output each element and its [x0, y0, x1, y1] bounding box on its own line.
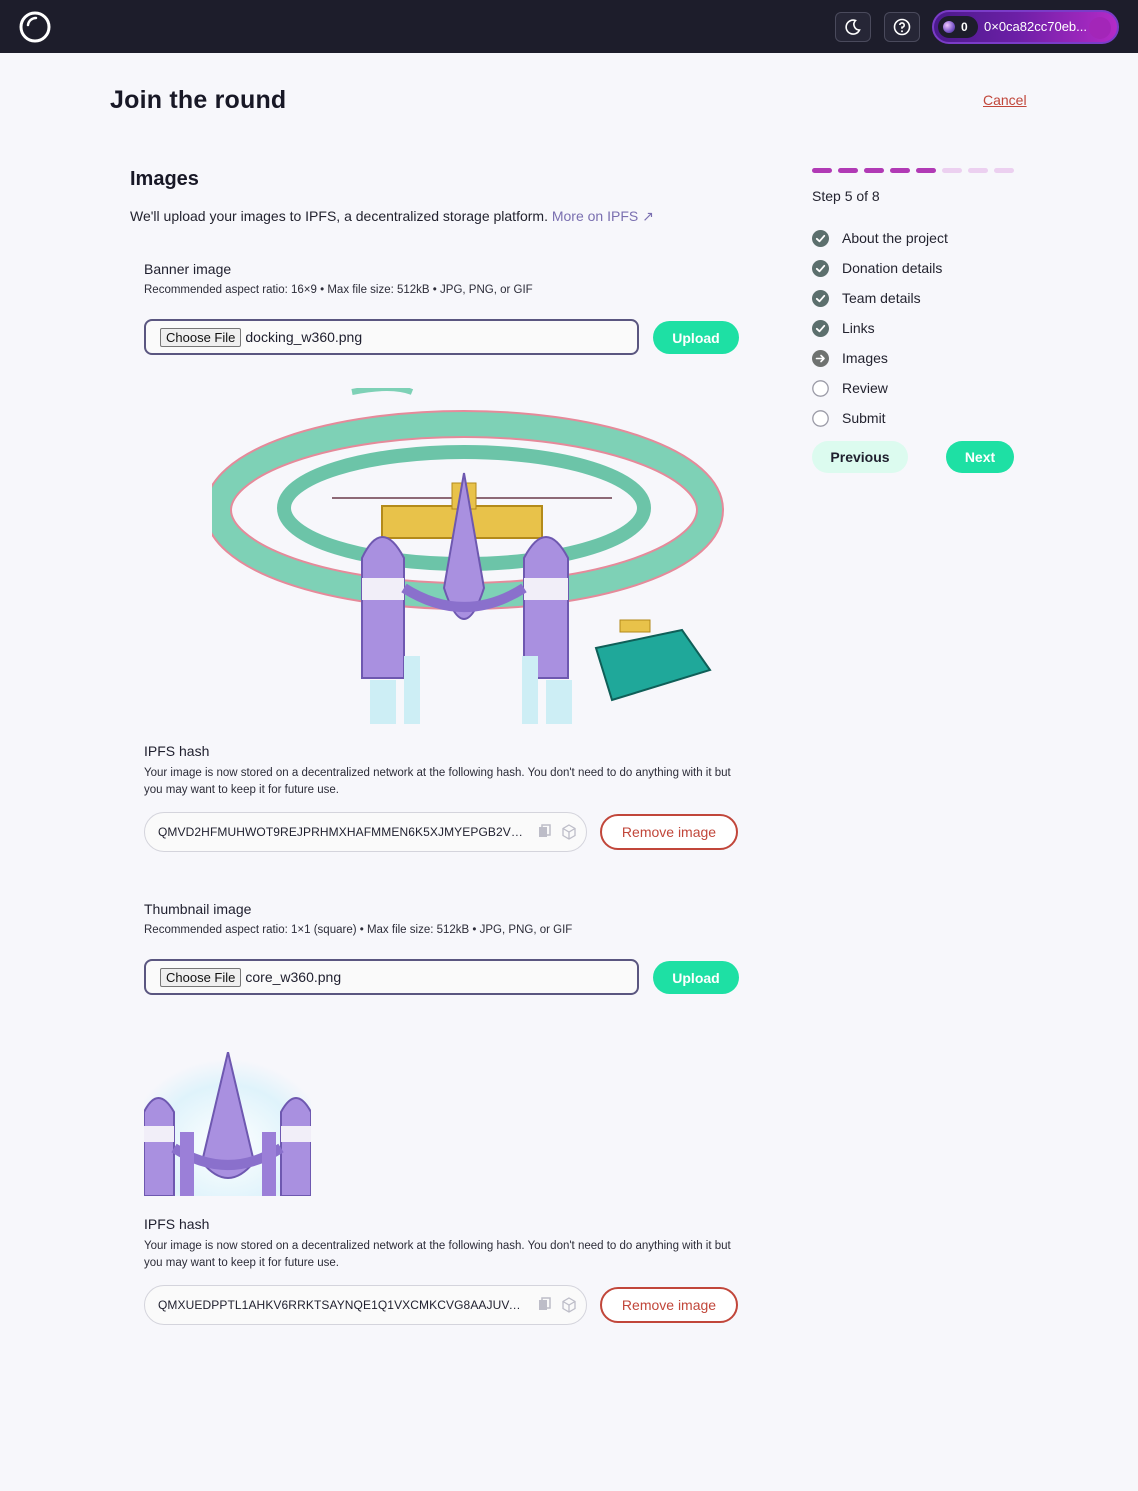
step-label: Links — [842, 320, 875, 336]
progress-segment — [994, 168, 1014, 173]
copy-icon[interactable] — [538, 1297, 552, 1313]
empty-circle-icon — [812, 379, 829, 397]
banner-file-input[interactable]: Choose File docking_w360.png — [144, 319, 639, 355]
banner-ipfs-label: IPFS hash — [144, 743, 210, 759]
banner-hint: Recommended aspect ratio: 16×9 • Max fil… — [144, 284, 533, 296]
thumbnail-hash-value: QMXUEDPPTL1AHKV6RRKTSAYNQE1Q1VXCMKCVG8AA… — [158, 1298, 526, 1312]
step-counter: Step 5 of 8 — [812, 188, 880, 204]
copy-icon[interactable] — [538, 824, 552, 840]
logo-icon[interactable] — [18, 10, 52, 44]
step-list: About the project Donation details Team de… — [812, 223, 948, 433]
thumbnail-hint: Recommended aspect ratio: 1×1 (square) •… — [144, 924, 573, 936]
check-circle-icon — [812, 289, 829, 307]
thumbnail-ipfs-text: Your image is now stored on a decentrali… — [144, 1240, 731, 1269]
page-title: Join the round — [110, 86, 287, 114]
wallet-count: 0 — [961, 20, 968, 34]
check-circle-icon — [812, 259, 829, 277]
progress-segment — [916, 168, 936, 173]
step-item: About the project — [812, 223, 948, 253]
cube-icon[interactable] — [562, 824, 576, 840]
progress-segment — [864, 168, 884, 173]
step-item: Review — [812, 373, 948, 403]
help-icon — [893, 18, 911, 36]
help-button[interactable] — [884, 12, 920, 42]
wallet-address: 0×0ca82cc70eb... — [984, 19, 1087, 34]
step-item: Donation details — [812, 253, 948, 283]
top-bar: 0 0×0ca82cc70eb... — [0, 0, 1138, 53]
step-progress-bar — [812, 168, 1014, 173]
thumbnail-upload-button[interactable]: Upload — [653, 961, 739, 994]
step-label: Donation details — [842, 260, 943, 276]
more-on-ipfs-link[interactable]: More on IPFS ↗ — [552, 208, 654, 224]
progress-segment — [890, 168, 910, 173]
step-label: Images — [842, 350, 888, 366]
check-circle-icon — [812, 319, 829, 337]
banner-ipfs-text: Your image is now stored on a decentrali… — [144, 767, 731, 796]
progress-segment — [942, 168, 962, 173]
wallet-button[interactable]: 0 0×0ca82cc70eb... — [932, 10, 1119, 44]
section-title: Images — [130, 168, 199, 190]
banner-preview-image — [212, 388, 724, 724]
arrow-circle-icon — [812, 349, 829, 367]
progress-segment — [968, 168, 988, 173]
choose-file-button[interactable]: Choose File — [160, 327, 242, 347]
banner-hash-field[interactable]: QMVD2HFMUHWOT9REJPRHMXHAFMMEN6K5XJMYEPGB… — [144, 812, 587, 852]
wallet-avatar — [1089, 17, 1111, 39]
step-item: Links — [812, 313, 948, 343]
progress-segment — [838, 168, 858, 173]
intro-text: We'll upload your images to IPFS, a dece… — [130, 208, 548, 224]
banner-remove-image-button[interactable]: Remove image — [600, 814, 738, 850]
check-circle-icon — [812, 229, 829, 247]
empty-circle-icon — [812, 409, 829, 427]
banner-upload-button[interactable]: Upload — [653, 321, 739, 354]
thumbnail-label: Thumbnail image — [144, 901, 252, 917]
step-label: About the project — [842, 230, 948, 246]
step-item: Team details — [812, 283, 948, 313]
thumbnail-ipfs-label: IPFS hash — [144, 1216, 210, 1232]
network-icon — [943, 21, 955, 33]
moon-icon — [845, 19, 861, 35]
thumbnail-filename: core_w360.png — [245, 969, 342, 985]
banner-filename: docking_w360.png — [245, 329, 363, 345]
thumbnail-remove-image-button[interactable]: Remove image — [600, 1287, 738, 1323]
next-button[interactable]: Next — [946, 441, 1014, 473]
banner-label: Banner image — [144, 261, 232, 277]
thumbnail-hash-field[interactable]: QMXUEDPPTL1AHKV6RRKTSAYNQE1Q1VXCMKCVG8AA… — [144, 1285, 587, 1325]
dark-mode-button[interactable] — [835, 12, 871, 42]
choose-file-button[interactable]: Choose File — [160, 967, 242, 987]
balance-chip: 0 — [938, 16, 978, 38]
cube-icon[interactable] — [562, 1297, 576, 1313]
step-item: Submit — [812, 403, 948, 433]
previous-button[interactable]: Previous — [812, 441, 908, 473]
progress-segment — [812, 168, 832, 173]
step-item: Images — [812, 343, 948, 373]
thumbnail-preview-image — [144, 1052, 311, 1196]
banner-hash-value: QMVD2HFMUHWOT9REJPRHMXHAFMMEN6K5XJMYEPGB… — [158, 825, 526, 839]
step-label: Review — [842, 380, 888, 396]
step-label: Submit — [842, 410, 886, 426]
section-intro: We'll upload your images to IPFS, a dece… — [130, 208, 654, 225]
step-label: Team details — [842, 290, 921, 306]
cancel-link[interactable]: Cancel — [983, 92, 1027, 108]
thumbnail-file-input[interactable]: Choose File core_w360.png — [144, 959, 639, 995]
